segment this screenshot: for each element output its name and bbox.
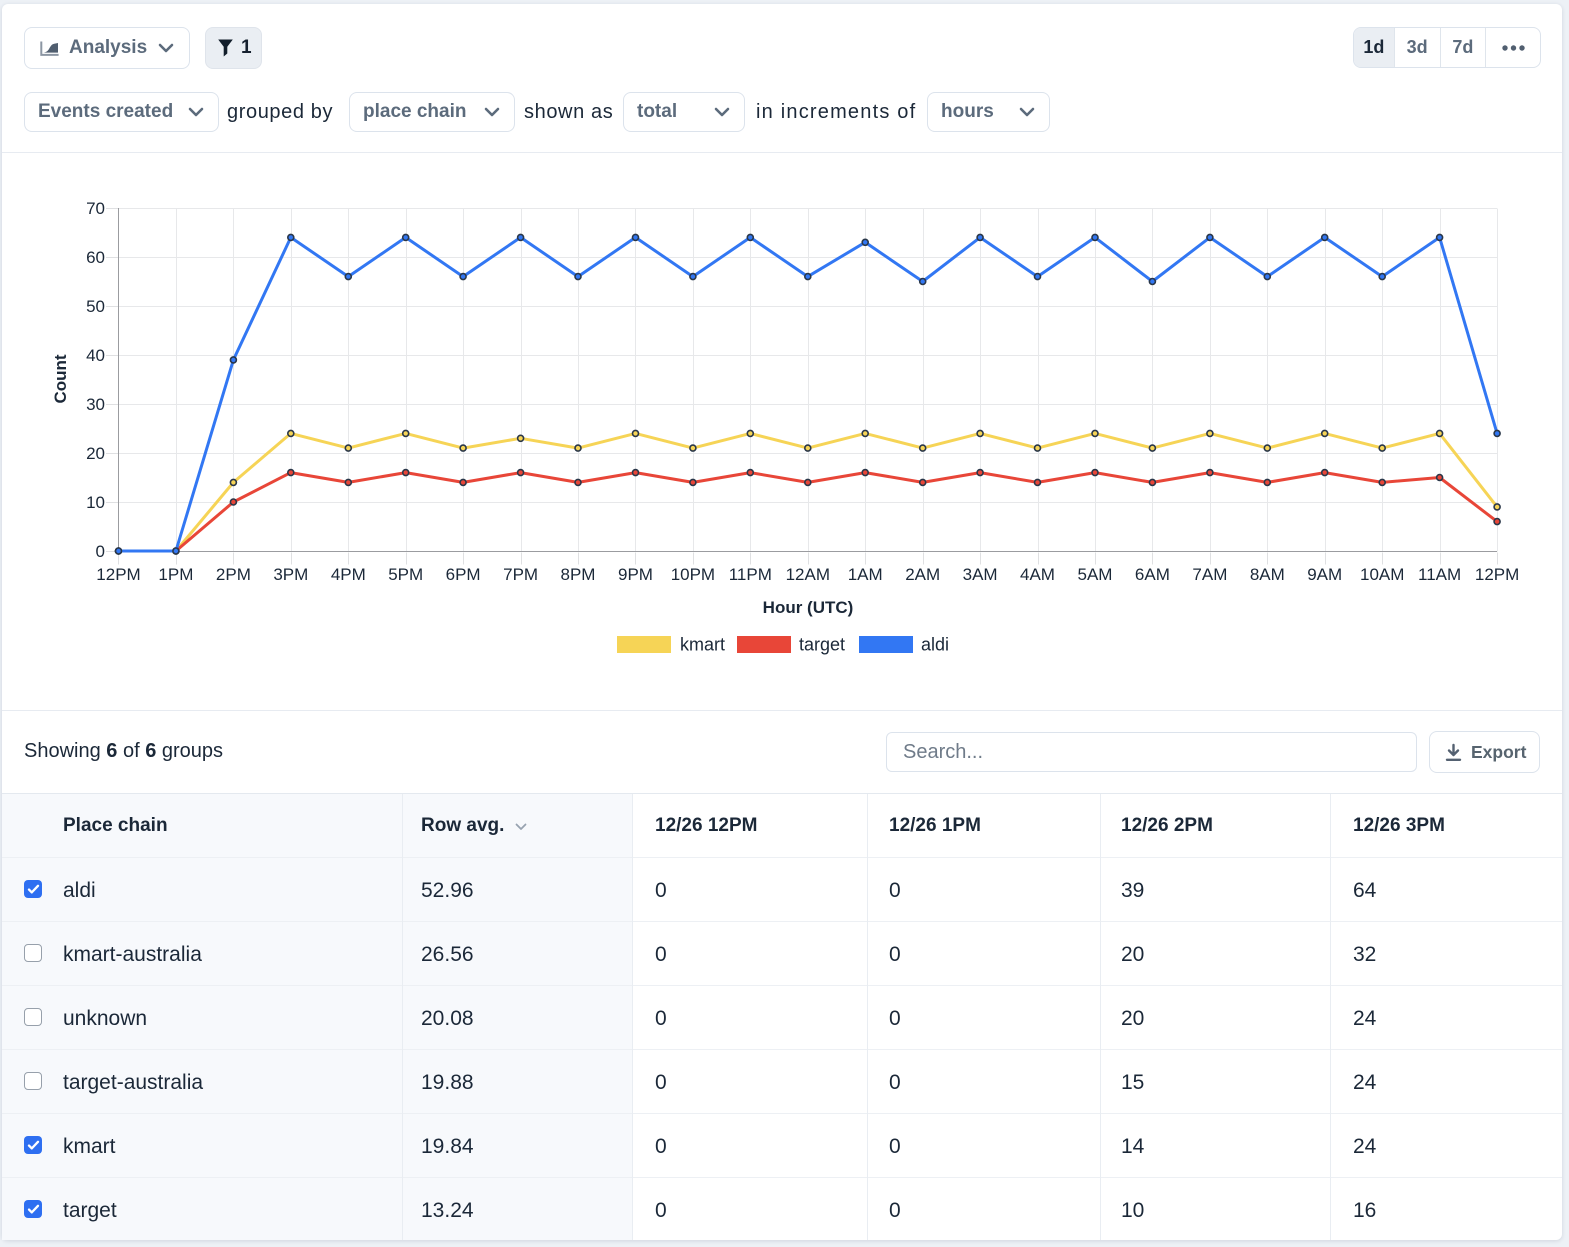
svg-text:10AM: 10AM: [1360, 565, 1404, 584]
svg-text:0: 0: [96, 542, 105, 561]
svg-text:9AM: 9AM: [1307, 565, 1342, 584]
svg-text:6PM: 6PM: [446, 565, 481, 584]
svg-text:2AM: 2AM: [905, 565, 940, 584]
svg-text:2PM: 2PM: [216, 565, 251, 584]
svg-text:9PM: 9PM: [618, 565, 653, 584]
svg-text:11PM: 11PM: [729, 565, 772, 584]
svg-text:11AM: 11AM: [1418, 565, 1461, 584]
svg-text:1PM: 1PM: [158, 565, 193, 584]
svg-text:7AM: 7AM: [1192, 565, 1227, 584]
svg-text:8AM: 8AM: [1250, 565, 1285, 584]
svg-text:20: 20: [86, 444, 105, 463]
svg-text:50: 50: [86, 297, 105, 316]
svg-text:3AM: 3AM: [963, 565, 998, 584]
svg-text:12AM: 12AM: [786, 565, 830, 584]
svg-text:6AM: 6AM: [1135, 565, 1170, 584]
svg-text:Hour (UTC): Hour (UTC): [763, 598, 854, 617]
svg-text:12PM: 12PM: [96, 565, 140, 584]
svg-text:4PM: 4PM: [331, 565, 366, 584]
svg-text:target: target: [799, 635, 845, 655]
svg-text:8PM: 8PM: [561, 565, 596, 584]
svg-text:aldi: aldi: [921, 635, 949, 655]
svg-text:30: 30: [86, 395, 105, 414]
svg-text:70: 70: [86, 199, 105, 218]
svg-text:1AM: 1AM: [848, 565, 883, 584]
svg-text:40: 40: [86, 346, 105, 365]
svg-text:10: 10: [86, 493, 105, 512]
svg-text:5AM: 5AM: [1078, 565, 1113, 584]
svg-text:12PM: 12PM: [1475, 565, 1519, 584]
svg-text:5PM: 5PM: [388, 565, 423, 584]
svg-text:kmart: kmart: [680, 635, 725, 655]
svg-text:4AM: 4AM: [1020, 565, 1055, 584]
svg-text:Count: Count: [51, 354, 70, 403]
svg-text:3PM: 3PM: [273, 565, 308, 584]
svg-text:10PM: 10PM: [671, 565, 715, 584]
svg-text:7PM: 7PM: [503, 565, 538, 584]
svg-text:60: 60: [86, 248, 105, 267]
